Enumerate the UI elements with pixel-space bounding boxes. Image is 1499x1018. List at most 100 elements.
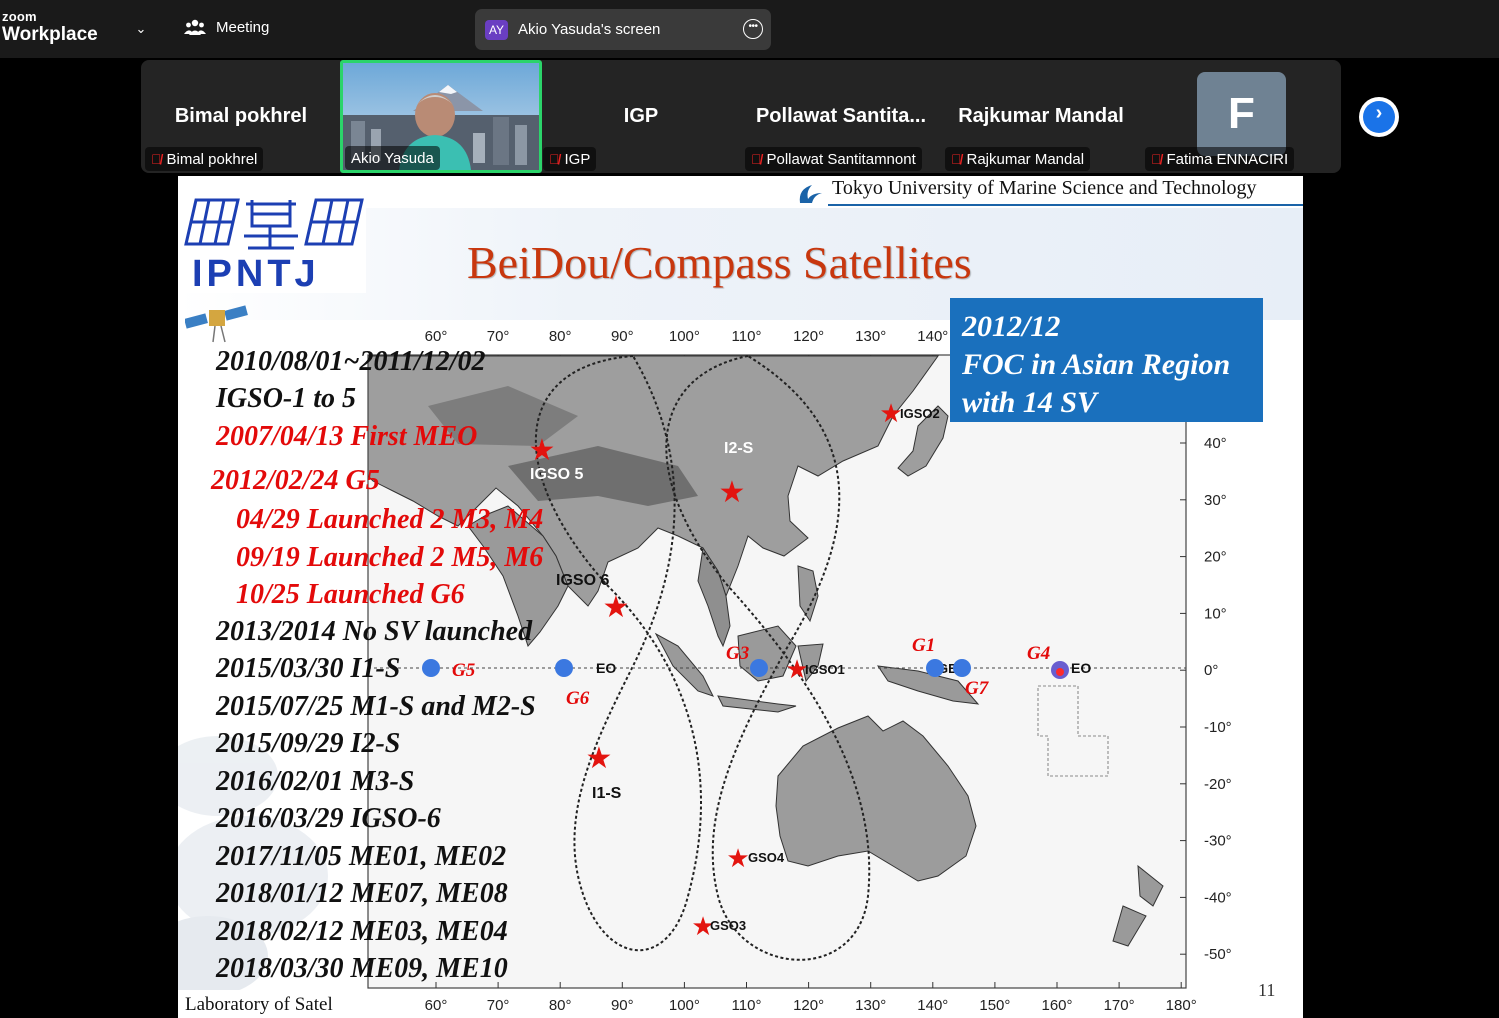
lat-tick-label: 40° (1204, 435, 1227, 452)
participant-label: Akio Yasuda (345, 146, 440, 170)
g1-label: G1 (912, 635, 935, 656)
participant-label: 🎙̸ Fatima ENNACIRI (1145, 147, 1295, 171)
next-participants-button[interactable]: › (1359, 97, 1399, 137)
geo-sat-g7 (953, 659, 971, 677)
lon-tick-label: 110° (732, 328, 762, 345)
timeline-entry: 2018/02/12 ME03, ME04 (216, 916, 508, 947)
gso4-label: GSO4 (748, 850, 785, 865)
timeline-entry: 2016/03/29 IGSO-6 (216, 803, 441, 834)
lon-tick-label: 70° (487, 328, 510, 345)
participant-label: 🎙̸ IGP (543, 147, 597, 171)
mic-muted-icon: 🎙̸ (751, 151, 762, 167)
lon-tick-label: 140° (917, 997, 948, 1014)
foc-sv-count: with 14 SV (962, 386, 1098, 419)
lon-tick-label: 80° (549, 997, 572, 1014)
participant-label-text: Fatima ENNACIRI (1166, 150, 1289, 168)
i1s-star: ★ (586, 742, 613, 775)
lon-tick-label: 60° (425, 997, 448, 1014)
eo-label-east: EO (1071, 660, 1091, 676)
lon-tick-label: 130° (855, 997, 886, 1014)
geo-sat-g1 (926, 659, 944, 677)
meeting-label: Meeting (216, 18, 270, 36)
chevron-right-icon: › (1375, 102, 1383, 124)
timeline-entry: 2015/09/29 I2-S (216, 728, 401, 759)
mic-muted-icon: 🎙̸ (151, 151, 162, 167)
geo-sat-g5 (422, 659, 440, 677)
timeline-entry: IGSO-1 to 5 (216, 383, 357, 414)
lat-tick-label: 30° (1204, 492, 1227, 509)
lat-tick-label: -50° (1204, 946, 1232, 963)
timeline-entry: 2010/08/01~2011/12/02 (216, 346, 486, 377)
lon-tick-label: 90° (611, 328, 634, 345)
timeline-entry: 2013/2014 No SV launched (216, 616, 533, 647)
lat-tick-label: 10° (1204, 605, 1227, 622)
lon-tick-label: 140° (917, 328, 948, 345)
slide-page-number: 11 (1258, 980, 1276, 1000)
participant-label-text: Akio Yasuda (351, 149, 434, 167)
g4-label: G4 (1027, 643, 1050, 664)
lat-tick-label: 0° (1204, 662, 1218, 679)
lon-tick-label: 100° (669, 997, 700, 1014)
lon-tick-label: 80° (549, 328, 572, 345)
lon-tick-label: 90° (611, 997, 634, 1014)
foc-date: 2012/12 (962, 310, 1061, 343)
lon-tick-label: 100° (669, 328, 700, 345)
igso2-label: IGSO2 (900, 406, 940, 421)
igso6-label: IGSO 6 (556, 572, 609, 589)
lon-tick-label: 150° (979, 997, 1010, 1014)
chevron-down-icon[interactable]: ⌄ (128, 16, 154, 42)
lat-tick-label: 20° (1204, 549, 1227, 566)
more-options-icon[interactable]: ••• (743, 19, 763, 39)
participant-video-tile[interactable]: Akio Yasuda (340, 60, 542, 173)
lon-tick-label: 160° (1041, 997, 1072, 1014)
igso6-star: ★ (603, 591, 630, 624)
participant-tile[interactable]: Bimal pokhrel 🎙̸ Bimal pokhrel (141, 60, 341, 173)
timeline-entry: 2017/11/05 ME01, ME02 (216, 841, 507, 872)
lon-tick-label: 170° (1104, 997, 1135, 1014)
participants-icon (184, 19, 206, 35)
timeline-entry: 2015/07/25 M1-S and M2-S (216, 691, 536, 722)
timeline-entry: 2007/04/13 First MEO (216, 421, 478, 452)
g7-label: G7 (965, 678, 990, 699)
participant-label: 🎙̸ Pollawat Santitamnont (745, 147, 922, 171)
participant-name: IGP (623, 105, 659, 127)
lat-tick-label: -20° (1204, 776, 1232, 793)
participant-tile[interactable]: 🎙̸ Fatima ENNACIRI (1141, 60, 1341, 173)
lat-tick-label: -10° (1204, 719, 1232, 736)
meeting-menu[interactable]: Meeting (184, 18, 269, 36)
foc-region: FOC in Asian Region (962, 348, 1231, 381)
slide-footer: Laboratory of Satel (178, 990, 350, 1018)
lon-tick-label: 120° (793, 997, 824, 1014)
i2s-label: I2-S (724, 440, 754, 457)
participant-label: 🎙̸ Rajkumar Mandal (945, 147, 1091, 171)
mic-muted-icon: 🎙̸ (549, 151, 560, 167)
lat-tick-label: -40° (1204, 889, 1232, 906)
screen-share-indicator[interactable]: AY Akio Yasuda's screen ••• (475, 9, 771, 50)
timeline-entry: 2015/03/30 I1-S (216, 653, 401, 684)
lon-tick-label: 70° (487, 997, 510, 1014)
g5-label: G5 (452, 660, 476, 681)
mic-muted-icon: 🎙̸ (951, 151, 962, 167)
shared-slide: Tokyo University of Marine Science and T… (178, 176, 1303, 1018)
geo-sat-g4-marker (1056, 668, 1064, 676)
igso5-label: IGSO 5 (530, 466, 583, 483)
participant-tile[interactable]: Rajkumar Mandal 🎙̸ Rajkumar Mandal (941, 60, 1141, 173)
g6-label: G6 (566, 688, 590, 709)
g3-label: G3 (726, 643, 749, 664)
participant-tile[interactable]: IGP 🎙̸ IGP (541, 60, 741, 173)
presenter-initials-badge: AY (485, 19, 508, 40)
participant-label: 🎙̸ Bimal pokhrel (145, 147, 264, 171)
top-bar: zoom Workplace ⌄ Meeting AY Akio Yasuda'… (0, 0, 1499, 58)
gso4-star: ★ (726, 843, 749, 873)
igso5-star: ★ (529, 434, 556, 467)
participant-tile[interactable]: Pollawat Santita... 🎙̸ Pollawat Santitam… (741, 60, 941, 173)
mic-muted-icon: 🎙̸ (1151, 151, 1162, 167)
foc-callout: 2012/12 FOC in Asian Region with 14 SV (950, 298, 1263, 422)
participant-label-text: Rajkumar Mandal (966, 150, 1085, 168)
timeline-entry: 09/19 Launched 2 M5, M6 (236, 542, 544, 573)
timeline-entry: 04/29 Launched 2 M3, M4 (236, 504, 544, 535)
eo-label-west: EO (596, 660, 616, 676)
timeline-entry: 2012/02/24 G5 (211, 465, 380, 496)
lon-tick-label: 60° (425, 328, 448, 345)
participant-label-text: Pollawat Santitamnont (766, 150, 916, 168)
